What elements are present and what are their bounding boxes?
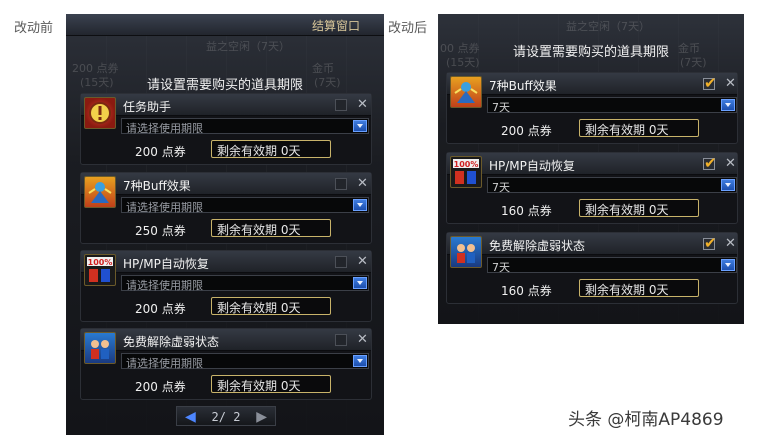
period-select[interactable]: 请选择使用期限 — [121, 353, 369, 370]
before-topbar: 结算窗口 — [66, 14, 384, 36]
close-icon[interactable]: ✕ — [725, 236, 736, 251]
close-icon[interactable]: ✕ — [357, 97, 368, 112]
item-checkbox[interactable] — [335, 178, 347, 190]
item-card: 100% HP/MP自动恢复 ✕ 请选择使用期限 200 点券 剩余有效期 0天 — [80, 250, 372, 322]
item-card: 任务助手 ✕ 请选择使用期限 200 点券 剩余有效期 0天 — [80, 93, 372, 165]
caption-after: 改动后 — [388, 21, 428, 36]
period-select-value: 请选择使用期限 — [126, 279, 203, 292]
item-price: 160 点券 — [501, 204, 552, 218]
period-select-value: 请选择使用期限 — [126, 357, 203, 370]
svg-text:100%: 100% — [88, 258, 113, 267]
item-price: 200 点券 — [501, 124, 552, 138]
close-icon[interactable]: ✕ — [725, 76, 736, 91]
chevron-down-icon[interactable] — [353, 277, 367, 289]
item-price: 200 点券 — [135, 302, 186, 316]
remaining-validity: 剩余有效期 0天 — [211, 219, 331, 237]
period-select[interactable]: 7天 — [487, 177, 737, 194]
close-icon[interactable]: ✕ — [357, 176, 368, 191]
period-select[interactable]: 请选择使用期限 — [121, 197, 369, 214]
close-icon[interactable]: ✕ — [357, 332, 368, 347]
ghost-text: 益之空闲（7天） — [206, 40, 290, 53]
pagination: ◀ 2/ 2 ▶ — [176, 406, 276, 426]
period-select[interactable]: 7天 — [487, 97, 737, 114]
remaining-validity: 剩余有效期 0天 — [211, 375, 331, 393]
item-checkbox[interactable] — [335, 334, 347, 346]
item-checkbox[interactable]: ✔ — [703, 154, 717, 172]
svg-text:100%: 100% — [454, 160, 479, 169]
period-select-value: 7天 — [492, 261, 510, 274]
item-name: 免费解除虚弱状态 — [123, 335, 220, 349]
period-select-value: 7天 — [492, 181, 510, 194]
buff-effect-icon — [450, 76, 482, 108]
item-card: 免费解除虚弱状态 ✕ 请选择使用期限 200 点券 剩余有效期 0天 — [80, 328, 372, 400]
remaining-validity: 剩余有效期 0天 — [211, 297, 331, 315]
period-select-value: 请选择使用期限 — [126, 201, 203, 214]
item-name: 免费解除虚弱状态 — [489, 239, 586, 253]
item-price: 200 点券 — [135, 145, 186, 159]
item-card: 7种Buff效果 ✕ 请选择使用期限 250 点券 剩余有效期 0天 — [80, 172, 372, 244]
item-card: 免费解除虚弱状态 ✔ ✕ 7天 160 点券 剩余有效期 0天 — [446, 232, 738, 304]
purchase-period-prompt: 请设置需要购买的道具期限 — [512, 45, 669, 60]
item-checkbox[interactable]: ✔ — [703, 74, 717, 92]
item-card: 7种Buff效果 ✔ ✕ 7天 200 点券 剩余有效期 0天 — [446, 72, 738, 144]
caption-before: 改动前 — [14, 21, 54, 36]
period-select-value: 请选择使用期限 — [126, 122, 203, 135]
item-checkbox[interactable] — [335, 256, 347, 268]
chevron-down-icon[interactable] — [721, 179, 735, 191]
item-card: 100% HP/MP自动恢复 ✔ ✕ 7天 160 点券 剩余有效期 0天 — [446, 152, 738, 224]
after-panel: 益之空闲（7天） 00 点券 (15天) 金币 (7天) 请设置需要购买的道具期… — [438, 14, 744, 324]
chevron-down-icon[interactable] — [353, 120, 367, 132]
buff-effect-icon — [84, 176, 116, 208]
hp-mp-recovery-icon: 100% — [84, 254, 116, 286]
item-name: HP/MP自动恢复 — [489, 159, 575, 173]
item-name: 任务助手 — [123, 100, 172, 114]
chevron-down-icon[interactable] — [353, 199, 367, 211]
item-checkbox[interactable]: ✔ — [703, 234, 717, 252]
remaining-validity: 剩余有效期 0天 — [579, 199, 699, 217]
close-icon[interactable]: ✕ — [725, 156, 736, 171]
item-name: 7种Buff效果 — [123, 179, 191, 193]
chevron-down-icon[interactable] — [353, 355, 367, 367]
item-checkbox[interactable] — [335, 99, 347, 111]
task-helper-icon — [84, 97, 116, 129]
checkout-window-button[interactable]: 结算窗口 — [312, 17, 360, 34]
remove-weakness-icon — [450, 236, 482, 268]
remove-weakness-icon — [84, 332, 116, 364]
check-icon: ✔ — [704, 234, 717, 252]
purchase-period-prompt: 请设置需要购买的道具期限 — [146, 78, 303, 93]
remaining-validity: 剩余有效期 0天 — [579, 279, 699, 297]
period-select-value: 7天 — [492, 101, 510, 114]
chevron-down-icon[interactable] — [721, 259, 735, 271]
period-select[interactable]: 请选择使用期限 — [121, 118, 369, 135]
remaining-validity: 剩余有效期 0天 — [211, 140, 331, 158]
before-panel: 结算窗口 益之空闲（7天） 200 点券 (15天) 金币 (7天) 请设置需要… — [66, 14, 384, 435]
watermark: 头条 @柯南AP4869 — [568, 410, 724, 430]
hp-mp-recovery-icon: 100% — [450, 156, 482, 188]
item-price: 200 点券 — [135, 380, 186, 394]
ghost-text: 益之空闲（7天） — [566, 20, 650, 33]
check-icon: ✔ — [704, 74, 717, 92]
next-page-icon[interactable]: ▶ — [256, 409, 267, 425]
item-price: 250 点券 — [135, 224, 186, 238]
check-icon: ✔ — [704, 154, 717, 172]
item-name: 7种Buff效果 — [489, 79, 557, 93]
period-select[interactable]: 7天 — [487, 257, 737, 274]
close-icon[interactable]: ✕ — [357, 254, 368, 269]
item-price: 160 点券 — [501, 284, 552, 298]
remaining-validity: 剩余有效期 0天 — [579, 119, 699, 137]
item-name: HP/MP自动恢复 — [123, 257, 209, 271]
chevron-down-icon[interactable] — [721, 99, 735, 111]
period-select[interactable]: 请选择使用期限 — [121, 275, 369, 292]
